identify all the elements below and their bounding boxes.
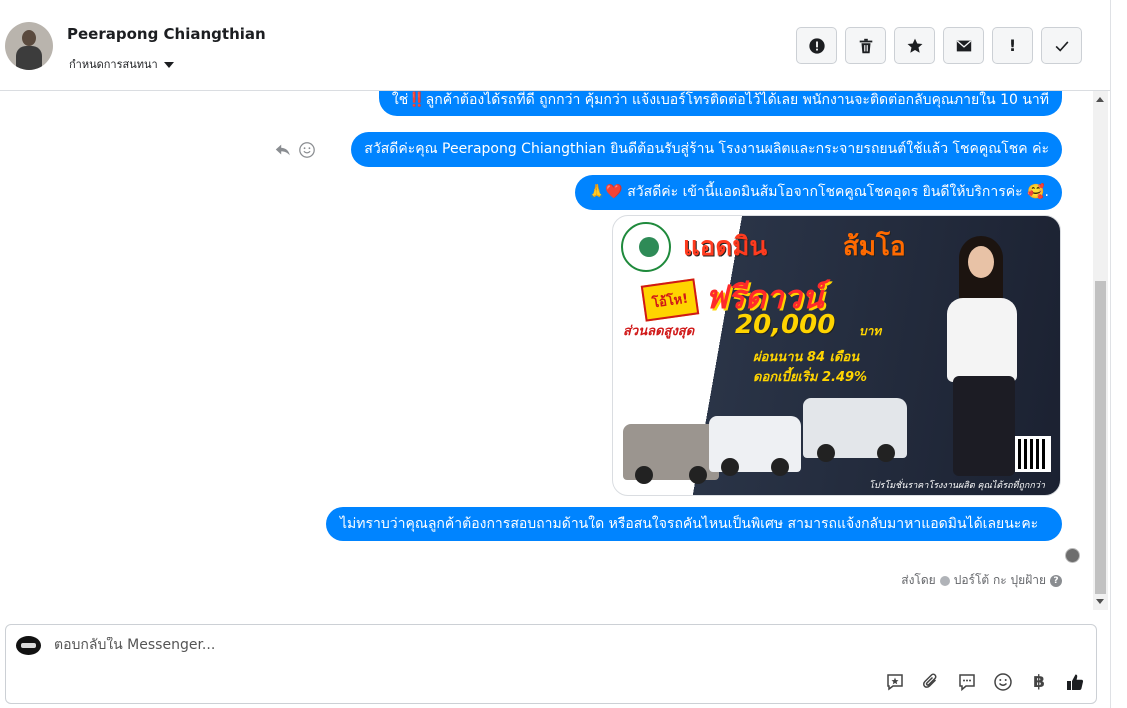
- header-actions: !: [796, 27, 1082, 64]
- label-dropdown-text: กำหนดการสนทนา: [69, 58, 158, 71]
- thread-scrollbar[interactable]: [1093, 91, 1108, 610]
- thumbs-up-icon[interactable]: [1064, 671, 1086, 693]
- message-bubble[interactable]: 🙏❤️ สวัสดีค่ะ เข้านี้แอดมินส้มโอจากโชคคู…: [574, 175, 1062, 210]
- promo-footer: โปรโมชั่นราคาโรงงานผลิต คุณได้รถที่ถูกกว…: [869, 481, 1045, 491]
- conversation-label-dropdown[interactable]: กำหนดการสนทนา: [69, 55, 174, 73]
- star-button[interactable]: [894, 27, 935, 64]
- promo-currency: บาท: [859, 324, 882, 338]
- mark-unread-button[interactable]: [943, 27, 984, 64]
- contact-avatar[interactable]: [5, 22, 53, 70]
- spam-report-button[interactable]: [796, 27, 837, 64]
- sent-by-line: ส่งโดย ปอร์โต้ กะ ปุยฝ้าย ?: [901, 571, 1062, 590]
- trash-icon: [859, 38, 872, 53]
- saved-reply-icon[interactable]: [884, 671, 906, 693]
- message-hover-tools: [274, 141, 316, 159]
- help-icon[interactable]: ?: [1050, 574, 1062, 587]
- reply-icon[interactable]: [274, 141, 292, 159]
- sent-by-name[interactable]: ปอร์โต้ กะ ปุยฝ้าย: [954, 571, 1046, 590]
- promo-badge: โอ้โห!: [640, 278, 700, 322]
- promo-title-left: แอดมิน: [683, 232, 768, 262]
- react-icon[interactable]: [298, 141, 316, 159]
- promo-discount-amount: 20,000: [735, 310, 836, 340]
- promo-car-sedan: [623, 424, 719, 484]
- promo-qr-code: [1015, 436, 1051, 472]
- message-bubble[interactable]: สวัสดีค่ะคุณ Peerapong Chiangthian ยินดี…: [351, 132, 1062, 167]
- emoji-icon[interactable]: [992, 671, 1014, 693]
- scroll-thumb[interactable]: [1095, 281, 1106, 594]
- message-bubble[interactable]: ใช่‼️ลูกค้าต้องได้รถที่ดี ถูกกว่า คุ้มกว…: [378, 91, 1062, 116]
- promo-discount-label: ส่วนลดสูงสุด: [623, 324, 695, 339]
- messenger-conversation-panel: Peerapong Chiangthian กำหนดการสนทนา ! ใช…: [0, 0, 1127, 708]
- quick-reply-icon[interactable]: [956, 671, 978, 693]
- sent-by-prefix: ส่งโดย: [901, 573, 936, 587]
- scroll-up-arrow-icon[interactable]: [1096, 97, 1104, 102]
- exclamation-icon: !: [1008, 36, 1017, 55]
- attachment-icon[interactable]: [920, 671, 942, 693]
- composer-tools: ฿: [884, 671, 1086, 693]
- seen-avatar: [1065, 548, 1080, 563]
- dealer-logo: [621, 222, 671, 272]
- message-thread: ใช่‼️ลูกค้าต้องได้รถที่ดี ถูกกว่า คุ้มกว…: [0, 91, 1093, 610]
- delete-button[interactable]: [845, 27, 886, 64]
- conversation-header: Peerapong Chiangthian กำหนดการสนทนา !: [0, 0, 1110, 91]
- checkmark-icon: [1055, 40, 1068, 52]
- alert-circle-icon: [808, 37, 825, 54]
- page-avatar: [16, 636, 41, 655]
- caret-down-icon: [163, 61, 174, 68]
- star-icon: [907, 38, 922, 53]
- avatar-body: [16, 46, 42, 70]
- promo-rate: ดอกเบี้ยเริ่ม 2.49%: [753, 370, 868, 385]
- scroll-down-arrow-icon[interactable]: [1096, 599, 1104, 604]
- important-button[interactable]: !: [992, 27, 1033, 64]
- promo-title-right: ส้มโอ: [843, 232, 906, 262]
- avatar-head: [22, 30, 36, 46]
- promo-car-pickup-cage: [803, 398, 907, 462]
- contact-name[interactable]: Peerapong Chiangthian: [67, 25, 266, 43]
- reply-input[interactable]: [54, 637, 954, 653]
- reply-composer: ฿: [5, 624, 1097, 704]
- mark-done-button[interactable]: [1041, 27, 1082, 64]
- promo-image[interactable]: แอดมิน ส้มโอ โอ้โห! ฟรีดาวน์ ส่วนลดสูงสุ…: [612, 215, 1061, 496]
- promo-car-pickup: [709, 416, 801, 476]
- promo-installment: ผ่อนนาน 84 เดือน: [753, 350, 860, 365]
- baht-icon[interactable]: ฿: [1028, 671, 1050, 693]
- message-bubble[interactable]: ไม่ทราบว่าคุณลูกค้าต้องการสอบถามด้านใด ห…: [326, 507, 1062, 541]
- envelope-icon: [956, 40, 971, 51]
- sender-badge-icon: [939, 575, 950, 586]
- right-edge-panel: [1110, 0, 1127, 708]
